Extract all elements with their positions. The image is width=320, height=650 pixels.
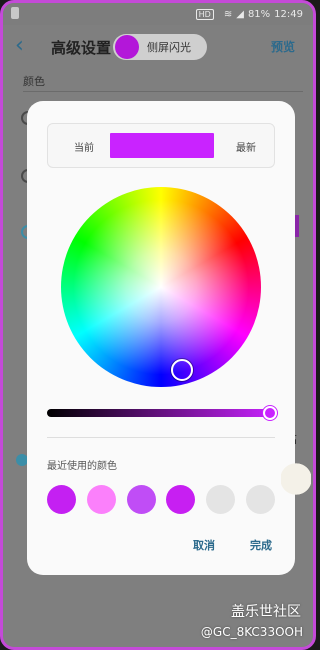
color-section-label: 颜色 bbox=[23, 75, 45, 88]
recent-color-swatch[interactable] bbox=[126, 485, 156, 514]
dialog-divider bbox=[47, 437, 275, 438]
color-wheel-handle[interactable] bbox=[171, 359, 193, 381]
page-title: 高级设置 bbox=[51, 39, 112, 57]
recent-color-swatch[interactable] bbox=[245, 485, 275, 514]
new-color-label: 最新 bbox=[236, 143, 256, 154]
back-arrow-icon[interactable]: ‹ bbox=[15, 35, 35, 57]
color-picker-dialog: 当前 最新 最近使用的颜色 取消 完成 bbox=[27, 101, 295, 575]
dialog-actions: 取消 完成 bbox=[27, 537, 295, 557]
recent-color-swatch[interactable] bbox=[86, 485, 116, 514]
floating-mascot-icon[interactable] bbox=[281, 463, 311, 503]
edge-flash-toggle[interactable]: 侧屏闪光 bbox=[113, 34, 207, 60]
notification-icon bbox=[11, 7, 19, 19]
brightness-slider-thumb[interactable] bbox=[263, 406, 277, 420]
recent-color-swatch[interactable] bbox=[47, 485, 76, 514]
signal-icon: ◢ bbox=[236, 8, 244, 20]
clock: 12:49 bbox=[274, 8, 303, 20]
wifi-icon: ≋ bbox=[223, 8, 233, 20]
recent-color-swatch[interactable] bbox=[166, 485, 196, 514]
recent-colors-row bbox=[47, 485, 275, 515]
preview-button[interactable]: 预览 bbox=[271, 38, 295, 55]
color-wheel[interactable] bbox=[61, 187, 261, 387]
edge-flash-label: 侧屏闪光 bbox=[147, 41, 191, 54]
section-divider bbox=[23, 91, 303, 92]
recent-color-swatch[interactable] bbox=[206, 485, 236, 514]
battery-level: 81% bbox=[247, 8, 271, 20]
watermark-text: 盖乐世社区 bbox=[231, 604, 301, 620]
brightness-slider-track[interactable] bbox=[47, 409, 275, 417]
watermark-user: @GC_8KC33OOH bbox=[200, 625, 303, 639]
hd-badge: HD bbox=[195, 8, 214, 20]
recent-colors-label: 最近使用的颜色 bbox=[47, 461, 117, 472]
phone-screen: HD ≋ ◢ 81% 12:49 ‹ 高级设置 侧屏闪光 预览 颜色 高 当前 … bbox=[0, 0, 316, 650]
color-compare-box: 当前 最新 bbox=[47, 123, 275, 168]
selected-color-swatch bbox=[110, 133, 214, 158]
app-header: ‹ 高级设置 侧屏闪光 预览 bbox=[3, 25, 313, 69]
status-bar: HD ≋ ◢ 81% 12:49 bbox=[3, 3, 313, 25]
edge-flash-color-dot bbox=[115, 35, 139, 59]
cancel-button[interactable]: 取消 bbox=[193, 537, 215, 553]
done-button[interactable]: 完成 bbox=[250, 537, 272, 553]
current-color-label: 当前 bbox=[74, 143, 94, 154]
